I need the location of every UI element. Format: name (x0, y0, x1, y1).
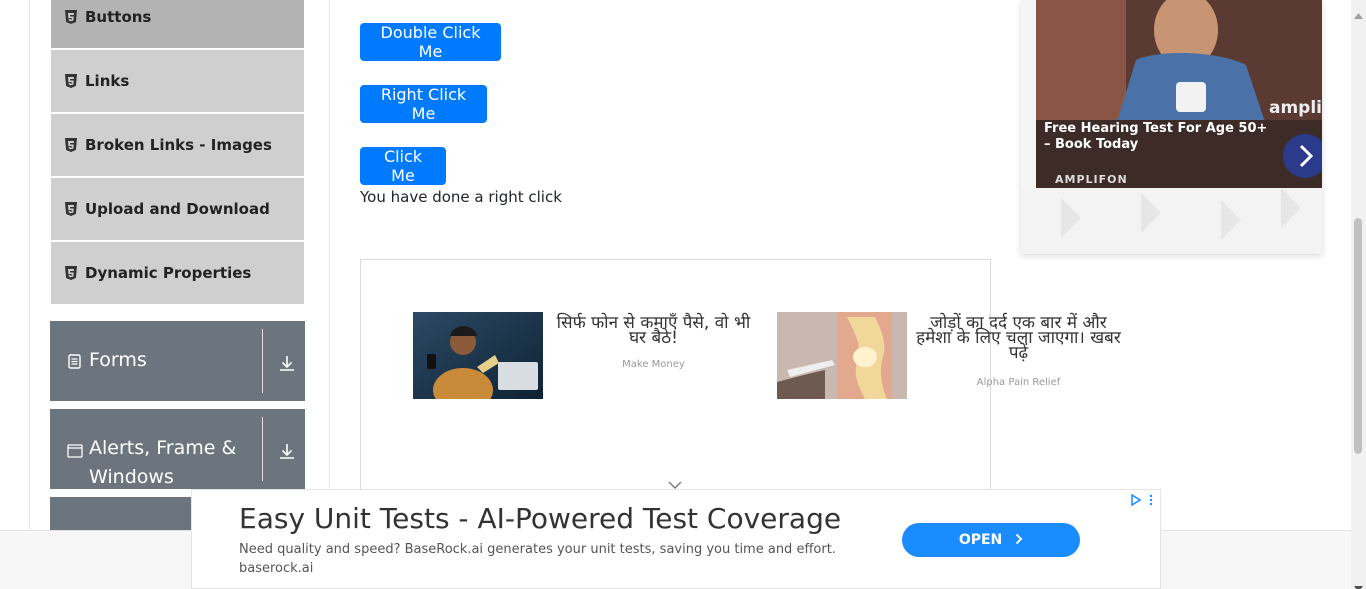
sidebar-item-buttons[interactable]: Buttons (51, 0, 304, 48)
bottom-ad-description: Need quality and speed? BaseRock.ai gene… (239, 542, 836, 557)
scroll-down-icon[interactable] (1354, 577, 1363, 589)
html5-icon (65, 138, 77, 152)
adchoices-icon[interactable] (1130, 491, 1154, 510)
inline-ad-box: सिर्फ फोन से कमाएँ पैसे, वो भी घर बैठे! … (360, 259, 1121, 499)
group-divider (262, 329, 263, 393)
window-icon (67, 443, 83, 462)
sidebar-item-label: Links (85, 72, 130, 90)
download-icon[interactable] (278, 354, 296, 376)
right-ad-title[interactable]: Free Hearing Test For Age 50+ – Book Tod… (1044, 121, 1274, 153)
group-divider (262, 417, 263, 481)
html5-icon (65, 74, 77, 88)
left-border (29, 0, 30, 530)
ad-source-knee: Alpha Pain Relief (976, 377, 1061, 388)
bottom-ad-banner[interactable]: Easy Unit Tests - AI-Powered Test Covera… (191, 489, 1161, 589)
group-label: Forms (89, 349, 147, 371)
scroll-up-icon[interactable] (1354, 4, 1363, 23)
sidebar-item-upload-download[interactable]: Upload and Download (51, 178, 304, 240)
sidebar-item-links[interactable]: Links (51, 50, 304, 112)
sidebar-item-label: Dynamic Properties (85, 264, 252, 282)
double-click-button[interactable]: Double Click Me (360, 23, 501, 61)
sidebar-group-forms[interactable]: Forms (50, 321, 305, 401)
ad-title-money[interactable]: सिर्फ फोन से कमाएँ पैसे, वो भी घर बैठे! (551, 315, 756, 347)
ad-source-money: Make Money (622, 359, 685, 370)
group-label-line2: Windows (89, 466, 174, 488)
page: Buttons Links Broken Links - Images Uplo… (0, 0, 1366, 589)
open-button-label: OPEN (958, 532, 1003, 548)
click-me-button[interactable]: Click Me (360, 147, 446, 185)
ad-title-knee[interactable]: जोड़ों का दर्द एक बार में और हमेशा के लि… (911, 315, 1126, 362)
right-ad-banner[interactable]: amplifon Free Hearing Test For Age 50+ –… (1021, 0, 1322, 254)
arrow-right-icon[interactable] (1283, 134, 1322, 178)
ad-thumbnail-money[interactable] (413, 312, 543, 412)
html5-icon (65, 202, 77, 216)
download-icon[interactable] (278, 442, 296, 464)
right-click-button[interactable]: Right Click Me (360, 85, 487, 123)
sidebar-item-label: Buttons (85, 8, 152, 26)
sidebar-item-label: Broken Links - Images (85, 136, 272, 154)
bottom-ad-domain[interactable]: baserock.ai (239, 561, 313, 576)
group-label-line1: Alerts, Frame & (89, 437, 237, 459)
right-ad-brand: AMPLIFON (1055, 173, 1128, 186)
scrollbar-thumb[interactable] (1354, 218, 1362, 454)
html5-icon (65, 266, 77, 280)
sidebar-group-alerts-frame-windows[interactable]: Alerts, Frame & Windows (50, 409, 305, 489)
sidebar-item-dynamic-properties[interactable]: Dynamic Properties (51, 242, 304, 304)
sidebar-item-broken-links[interactable]: Broken Links - Images (51, 114, 304, 176)
chevron-right-icon (1015, 533, 1023, 545)
ad-pattern (1021, 188, 1322, 254)
sidebar-item-label: Upload and Download (85, 200, 270, 218)
bottom-ad-title[interactable]: Easy Unit Tests - AI-Powered Test Covera… (239, 502, 841, 535)
ad-thumbnail-knee[interactable] (777, 312, 907, 399)
amplifon-logo: amplifon (1269, 98, 1322, 118)
open-button[interactable]: OPEN (902, 523, 1080, 557)
document-icon (68, 354, 81, 373)
sidebar-border (329, 0, 330, 530)
html5-icon (65, 10, 77, 24)
ad-photo (1036, 0, 1322, 188)
click-result-message: You have done a right click (360, 188, 562, 206)
